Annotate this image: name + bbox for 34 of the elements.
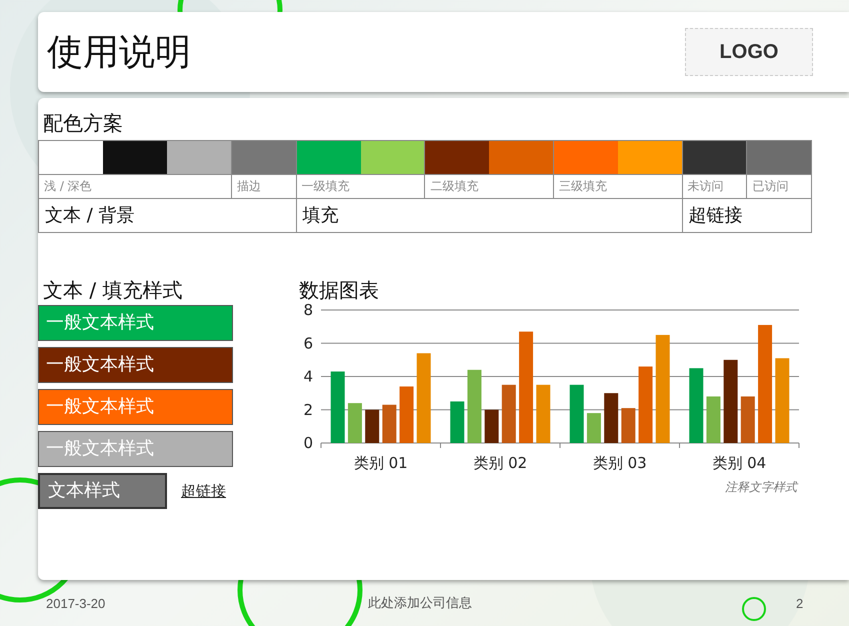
section-title: 文本 / 填充样式	[43, 277, 184, 301]
swatch-label: 已访问	[747, 175, 812, 199]
text-style-sample: 一般文本样式	[38, 305, 233, 341]
section-title: 配色方案	[43, 110, 124, 137]
category-label: 填充	[302, 204, 340, 228]
footer-company: 此处添加公司信息	[368, 594, 472, 612]
category-axis-label: 类别 02	[473, 454, 528, 472]
category-axis-label: 类别 04	[712, 454, 766, 472]
hyperlink[interactable]: 超链接	[181, 482, 226, 500]
category-axis-label: 类别 01	[354, 454, 408, 472]
category-label: 文本 / 背景	[44, 204, 136, 228]
swatch-label: 描边	[232, 175, 296, 199]
axis-tick-label: 4	[303, 368, 313, 386]
category-axis-label: 类别 03	[592, 454, 647, 472]
slide-title: 使用说明	[47, 30, 191, 74]
swatch-label: 一级填充	[296, 175, 424, 199]
swatch-label: 未访问	[682, 175, 746, 199]
axis-tick-label: 6	[303, 334, 313, 352]
category-label: 超链接	[688, 204, 744, 228]
text-style-sample: 一般文本样式	[38, 347, 233, 383]
logo-text: LOGO	[720, 40, 778, 64]
text-style-sample: 文本样式	[38, 473, 167, 509]
axis-tick-label: 2	[303, 400, 313, 419]
swatch-label: 二级填充	[425, 175, 554, 199]
section-title: 数据图表	[299, 277, 380, 299]
text-style-sample: 一般文本样式	[38, 389, 233, 425]
axis-tick-label: 8	[303, 301, 313, 319]
axis-tick-label: 0	[303, 434, 313, 452]
text-style-sample: 一般文本样式	[38, 431, 233, 467]
footer-date: 2017-3-20	[46, 596, 106, 610]
note-text: 注释文字样式	[725, 479, 797, 496]
page-number: 2	[796, 596, 804, 610]
swatch-label: 三级填充	[554, 175, 682, 199]
swatch-label: 浅 / 深色	[39, 175, 231, 199]
